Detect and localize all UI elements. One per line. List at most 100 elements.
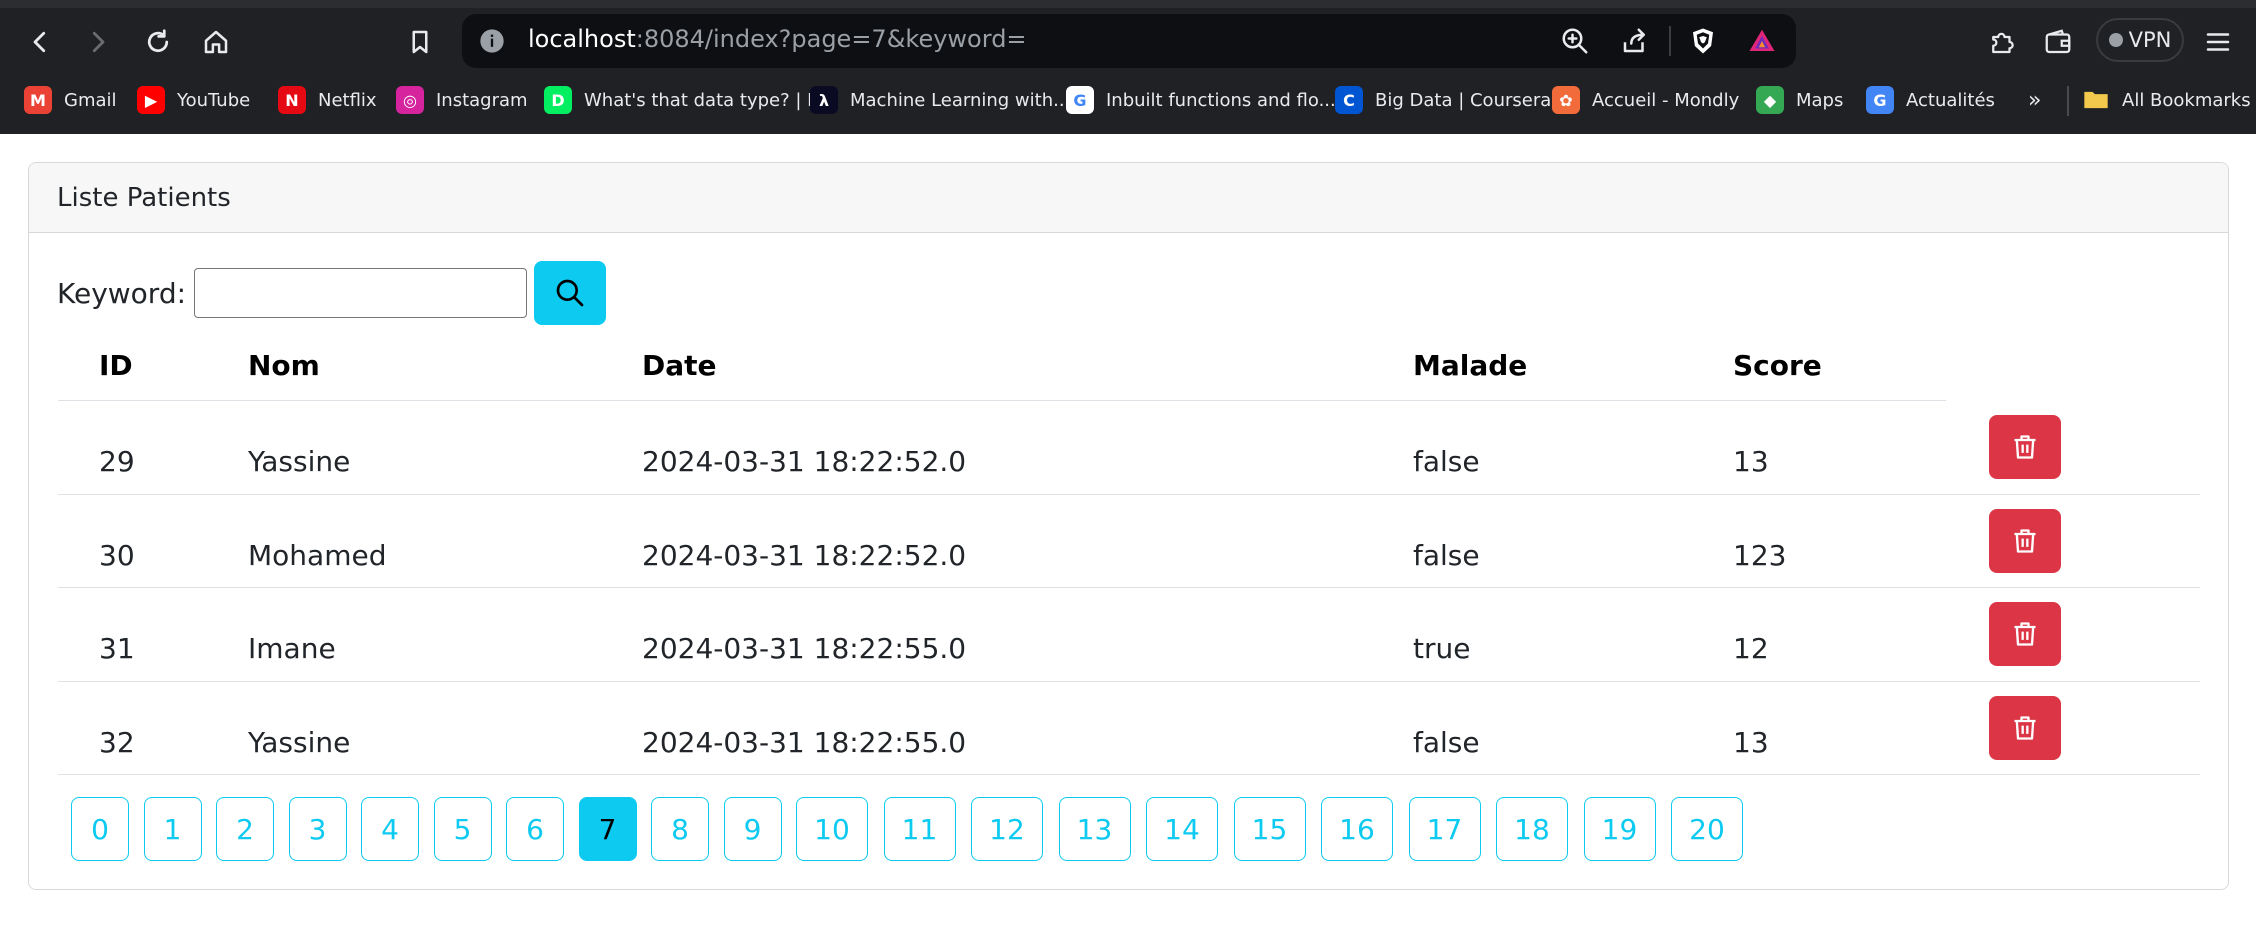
page-button-11[interactable]: 11 xyxy=(883,797,956,861)
page-button-7[interactable]: 7 xyxy=(578,797,637,861)
bookmark-google[interactable]: G Inbuilt functions and flo... xyxy=(1066,84,1336,116)
page-button-20[interactable]: 20 xyxy=(1671,797,1743,861)
reload-icon xyxy=(147,29,169,53)
url-path: :8084/index?page=7&keyword= xyxy=(635,25,1027,53)
page-button-2[interactable]: 2 xyxy=(216,797,274,861)
page-button-8[interactable]: 8 xyxy=(651,797,709,861)
url-text[interactable]: localhost:8084/index?page=7&keyword= xyxy=(528,25,1027,53)
bookmark-label: Accueil - Mondly xyxy=(1592,89,1740,111)
home-button[interactable] xyxy=(194,20,238,64)
zoom-icon[interactable] xyxy=(1560,26,1590,56)
trash-icon xyxy=(2014,715,2036,740)
bookmark-datacamp[interactable]: D What's that data type? | R xyxy=(544,84,820,116)
instagram-icon: ◎ xyxy=(396,86,424,114)
page-button-14[interactable]: 14 xyxy=(1146,797,1218,861)
bookmark-news[interactable]: G Actualités xyxy=(1866,84,1995,116)
youtube-icon: ▶ xyxy=(137,86,165,114)
header-date: Date xyxy=(642,349,717,382)
bookmark-label: Netflix xyxy=(318,89,377,111)
bookmark-youtube[interactable]: ▶ YouTube xyxy=(137,84,250,116)
bookmark-label: Machine Learning with... xyxy=(850,89,1071,111)
vpn-label: VPN xyxy=(2128,28,2172,52)
keyword-input[interactable] xyxy=(194,268,528,318)
cell-malade: false xyxy=(1413,725,1480,759)
page-button-0[interactable]: 0 xyxy=(71,797,129,861)
bookmark-netflix[interactable]: N Netflix xyxy=(278,84,377,116)
bookmark-page-button[interactable] xyxy=(398,20,442,64)
page-button-12[interactable]: 12 xyxy=(971,797,1043,861)
bookmarks-divider xyxy=(2067,86,2069,116)
address-bar[interactable]: localhost:8084/index?page=7&keyword= xyxy=(462,14,1796,68)
home-icon xyxy=(204,30,228,54)
delete-button[interactable] xyxy=(1989,695,2061,760)
bookmark-gmail[interactable]: M Gmail xyxy=(24,84,117,116)
page-button-6[interactable]: 6 xyxy=(506,797,564,861)
header-nom: Nom xyxy=(248,349,320,382)
keyword-label: Keyword: xyxy=(57,276,187,310)
extensions-button[interactable] xyxy=(1980,20,2024,64)
vpn-button[interactable]: VPN xyxy=(2096,18,2184,62)
bookmark-icon xyxy=(412,30,428,54)
page-button-13[interactable]: 13 xyxy=(1058,797,1131,861)
page-button-19[interactable]: 19 xyxy=(1583,797,1656,861)
cell-date: 2024-03-31 18:22:55.0 xyxy=(642,632,967,665)
page-button-9[interactable]: 9 xyxy=(723,797,782,861)
all-bookmarks-label: All Bookmarks xyxy=(2122,89,2251,111)
search-button[interactable] xyxy=(534,261,607,325)
tab-strip xyxy=(0,0,2256,8)
bookmark-label: Inbuilt functions and flo... xyxy=(1106,89,1336,111)
bookmark-maps[interactable]: ◆ Maps xyxy=(1756,84,1843,116)
table-header: ID Nom Date Malade Score xyxy=(58,335,1946,401)
bookmark-instagram[interactable]: ◎ Instagram xyxy=(396,84,528,116)
bookmark-label: YouTube xyxy=(177,89,251,111)
bookmark-freecodecamp[interactable]: λ Machine Learning with... xyxy=(810,84,1070,116)
cell-score: 13 xyxy=(1733,445,1769,478)
header-malade: Malade xyxy=(1413,349,1528,382)
trash-icon xyxy=(2014,622,2036,646)
forward-button[interactable] xyxy=(76,20,120,64)
page-button-1[interactable]: 1 xyxy=(143,797,202,861)
cell-id: 30 xyxy=(99,538,135,572)
site-info-icon[interactable] xyxy=(478,27,506,55)
menu-button[interactable] xyxy=(2196,20,2240,64)
cell-id: 32 xyxy=(99,725,135,759)
page-button-5[interactable]: 5 xyxy=(433,797,492,861)
brave-shields-icon[interactable] xyxy=(1688,26,1718,56)
share-icon[interactable] xyxy=(1620,26,1650,56)
bookmark-label: What's that data type? | R xyxy=(584,89,820,111)
bookmark-mondly[interactable]: ✿ Accueil - Mondly xyxy=(1552,84,1739,116)
delete-button[interactable] xyxy=(1989,508,2061,573)
bookmark-label: Maps xyxy=(1796,89,1844,111)
page-button-10[interactable]: 10 xyxy=(796,797,868,861)
vpn-status-icon xyxy=(2108,33,2123,47)
cell-nom: Yassine xyxy=(248,725,351,759)
folder-icon xyxy=(2082,86,2110,114)
bookmarks-overflow-button[interactable]: » xyxy=(2028,88,2041,113)
bookmark-label: Instagram xyxy=(436,89,528,111)
bookmark-label: Actualités xyxy=(1906,89,1995,111)
page-button-15[interactable]: 15 xyxy=(1233,797,1306,861)
page-button-18[interactable]: 18 xyxy=(1496,797,1568,861)
coursera-icon: C xyxy=(1335,86,1363,114)
page-button-3[interactable]: 3 xyxy=(288,797,347,861)
patients-table: ID Nom Date Malade Score 29 Yassine 2024… xyxy=(58,335,2200,775)
forward-arrow-icon xyxy=(92,31,105,53)
table-row: 32 Yassine 2024-03-31 18:22:55.0 false 1… xyxy=(58,682,2200,775)
puzzle-icon xyxy=(1992,32,2014,54)
back-button[interactable] xyxy=(18,20,62,64)
cell-score: 13 xyxy=(1733,725,1769,759)
cell-nom: Mohamed xyxy=(248,538,387,572)
bookmark-coursera[interactable]: C Big Data | Coursera xyxy=(1335,84,1551,116)
delete-button[interactable] xyxy=(1989,415,2061,479)
header-score: Score xyxy=(1733,349,1822,382)
page-button-4[interactable]: 4 xyxy=(361,797,419,861)
page-button-17[interactable]: 17 xyxy=(1408,797,1481,861)
bookmarks-bar: » All Bookmarks M Gmail ▶ YouTube N Netflix ◎ I… xyxy=(0,80,2256,120)
brave-rewards-icon[interactable] xyxy=(1747,26,1777,56)
all-bookmarks-button[interactable]: All Bookmarks xyxy=(2082,84,2251,116)
wallet-button[interactable] xyxy=(2036,20,2080,64)
reload-button[interactable] xyxy=(136,20,180,64)
delete-button[interactable] xyxy=(1989,602,2061,666)
hamburger-menu-icon xyxy=(2206,33,2230,51)
page-button-16[interactable]: 16 xyxy=(1321,797,1393,861)
